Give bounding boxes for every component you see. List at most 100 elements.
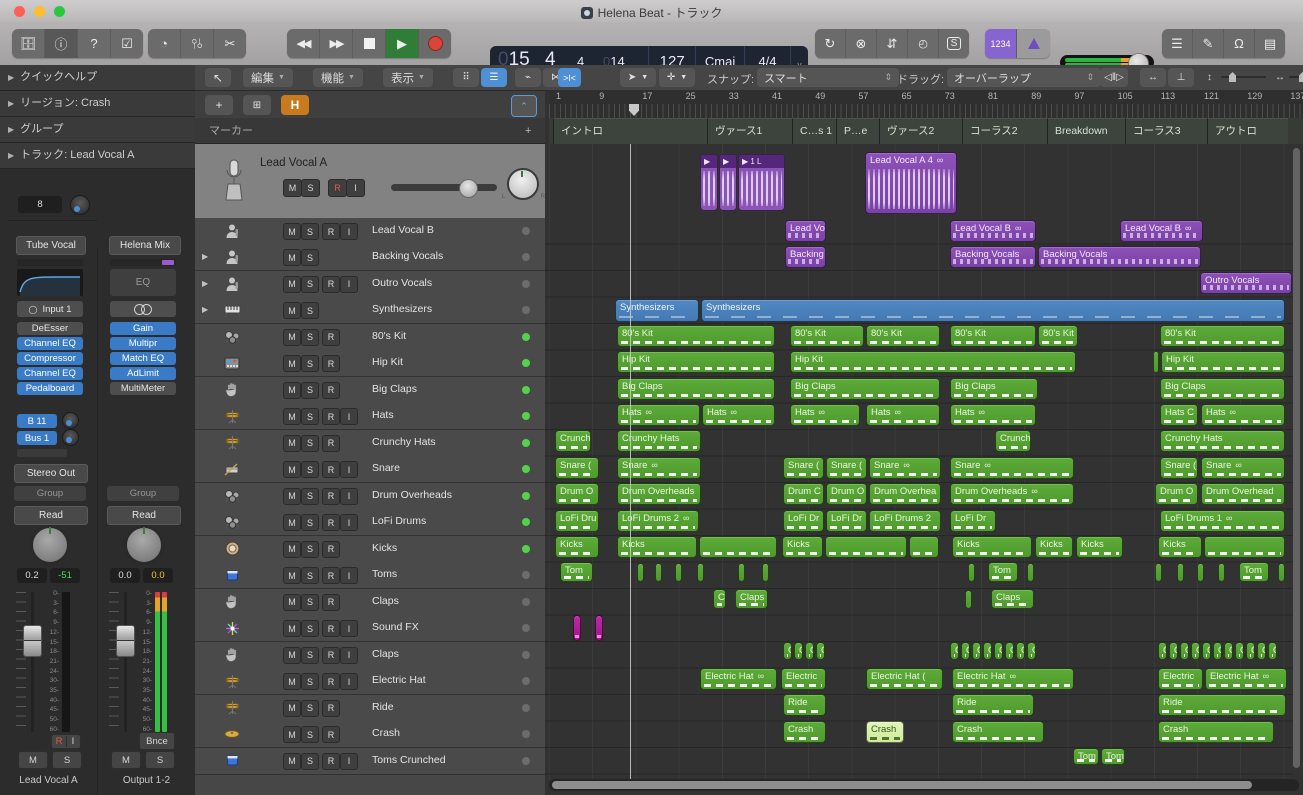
mute-button[interactable]: M: [283, 567, 301, 584]
region[interactable]: Crash: [783, 721, 826, 743]
region[interactable]: [1218, 563, 1225, 582]
mute-button[interactable]: M: [283, 302, 301, 319]
region[interactable]: ▶: [700, 154, 718, 211]
region[interactable]: Lead Vo: [785, 220, 826, 242]
region[interactable]: Electric Hat∞: [952, 668, 1074, 690]
region[interactable]: Backing Vocals: [1038, 246, 1201, 268]
region[interactable]: Crash: [1158, 721, 1274, 743]
record-button[interactable]: R: [322, 567, 340, 584]
region[interactable]: [1278, 563, 1285, 582]
region[interactable]: LoFi Dr: [826, 510, 867, 532]
region[interactable]: [1177, 563, 1184, 582]
region[interactable]: 80's Kit: [1160, 325, 1285, 347]
solo-button[interactable]: S: [301, 753, 319, 770]
region[interactable]: 80's Kit: [866, 325, 940, 347]
monitor-button[interactable]: I: [340, 276, 358, 293]
region[interactable]: C: [1213, 642, 1222, 660]
bounce-button[interactable]: Bnce: [139, 732, 175, 750]
region[interactable]: C: [983, 642, 992, 660]
solo-button[interactable]: S: [301, 700, 319, 717]
output-group-slot[interactable]: Group: [107, 486, 179, 501]
track-name[interactable]: Toms Crunched: [372, 754, 446, 766]
region[interactable]: Snare (: [1160, 457, 1198, 479]
solo-button[interactable]: S: [301, 249, 319, 266]
mute-button[interactable]: M: [283, 541, 301, 558]
region[interactable]: Kicks: [617, 536, 697, 558]
track-name[interactable]: Crash: [372, 727, 400, 739]
region[interactable]: Kicks: [782, 536, 823, 558]
plugin-slot[interactable]: Pedalboard: [17, 382, 83, 395]
output-peak-value[interactable]: 0.0: [143, 568, 173, 583]
snap-menu[interactable]: スマート⇕: [757, 68, 899, 87]
region[interactable]: [738, 563, 745, 582]
monitor-button[interactable]: I: [340, 753, 358, 770]
solo-button[interactable]: S: [301, 673, 319, 690]
monitor-button[interactable]: I: [340, 567, 358, 584]
arrangement-marker[interactable]: コーラス3: [1125, 118, 1207, 144]
arrangement-marker[interactable]: イントロ: [553, 118, 707, 144]
peak-value[interactable]: -51: [50, 568, 80, 583]
region[interactable]: C: [1169, 642, 1178, 660]
region[interactable]: Kicks: [1035, 536, 1073, 558]
solo-button[interactable]: S: [301, 223, 319, 240]
mute-button[interactable]: M: [283, 620, 301, 637]
note-pads-button[interactable]: ✎: [1193, 29, 1224, 58]
region[interactable]: C: [1027, 642, 1036, 660]
region[interactable]: LoFi Dr: [783, 510, 824, 532]
inspector-section-2[interactable]: ▶グループ: [0, 117, 195, 143]
region[interactable]: Tom: [1239, 562, 1269, 582]
region[interactable]: C: [950, 642, 959, 660]
track-name[interactable]: Snare: [372, 462, 400, 474]
mute-button[interactable]: M: [283, 753, 301, 770]
region[interactable]: C: [1191, 642, 1200, 660]
region[interactable]: Big Claps: [950, 378, 1038, 400]
mute-button[interactable]: M: [283, 435, 301, 452]
record-button[interactable]: R: [322, 223, 340, 240]
region[interactable]: Big Claps: [617, 378, 775, 400]
region[interactable]: [637, 563, 644, 582]
region[interactable]: Tom: [560, 562, 593, 582]
region[interactable]: [825, 536, 907, 558]
disclosure-triangle-icon[interactable]: ▶: [202, 279, 208, 288]
region-selected[interactable]: Crash: [866, 721, 904, 743]
track-row[interactable]: MSRIClaps: [195, 642, 545, 669]
monitor-button[interactable]: I: [340, 223, 358, 240]
track-name[interactable]: Toms: [372, 568, 397, 580]
output-volume-value[interactable]: 0.0: [110, 568, 140, 583]
plugin-slot[interactable]: Compressor: [17, 352, 83, 365]
region[interactable]: Crunch: [555, 430, 591, 452]
metronome-button[interactable]: [1017, 29, 1050, 58]
send-slot-1[interactable]: B 11: [17, 414, 57, 428]
arrangement-marker[interactable]: ヴァース1: [707, 118, 792, 144]
command-tool-menu[interactable]: ✛▼: [659, 68, 695, 87]
arrangement-marker[interactable]: P…e: [836, 118, 879, 144]
region[interactable]: LoFi Drums 1∞: [1160, 510, 1285, 532]
play-button[interactable]: ▶: [386, 29, 419, 58]
replace-icon[interactable]: ⊗: [846, 29, 877, 58]
functions-menu[interactable]: 機能▼: [313, 68, 363, 87]
region[interactable]: Hats∞: [950, 404, 1036, 426]
mute-button[interactable]: M: [283, 461, 301, 478]
mute-button[interactable]: M: [283, 700, 301, 717]
region[interactable]: Synthesizers: [701, 299, 1285, 322]
arrangement-marker[interactable]: アウトロ: [1207, 118, 1288, 144]
plugin-slot[interactable]: Multipr: [110, 337, 176, 350]
record-button[interactable]: R: [322, 488, 340, 505]
track-row[interactable]: MSRIElectric Hat: [195, 668, 545, 695]
record-button[interactable]: R: [322, 461, 340, 478]
track-header-view-button[interactable]: ☰: [481, 68, 507, 87]
solo-button[interactable]: S: [301, 302, 319, 319]
region[interactable]: [655, 563, 662, 582]
selected-monitor-button[interactable]: I: [346, 179, 365, 197]
arrange-canvas[interactable]: ▶▶▶ 1 LLead Vocal A 4∞Lead VoLead Vocal …: [545, 144, 1293, 780]
region[interactable]: C: [816, 642, 825, 660]
track-row[interactable]: MSRIToms Crunched: [195, 748, 545, 775]
region[interactable]: Electric: [781, 668, 826, 690]
track-name[interactable]: LoFi Drums: [372, 515, 426, 527]
track-name[interactable]: Ride: [372, 701, 394, 713]
solo-button[interactable]: S: [301, 355, 319, 372]
hide-tracks-button[interactable]: H: [281, 95, 309, 115]
plugin-slot[interactable]: DeEsser: [17, 322, 83, 335]
pan-knob[interactable]: [30, 525, 70, 565]
arrangement-marker[interactable]: コーラス2: [962, 118, 1047, 144]
